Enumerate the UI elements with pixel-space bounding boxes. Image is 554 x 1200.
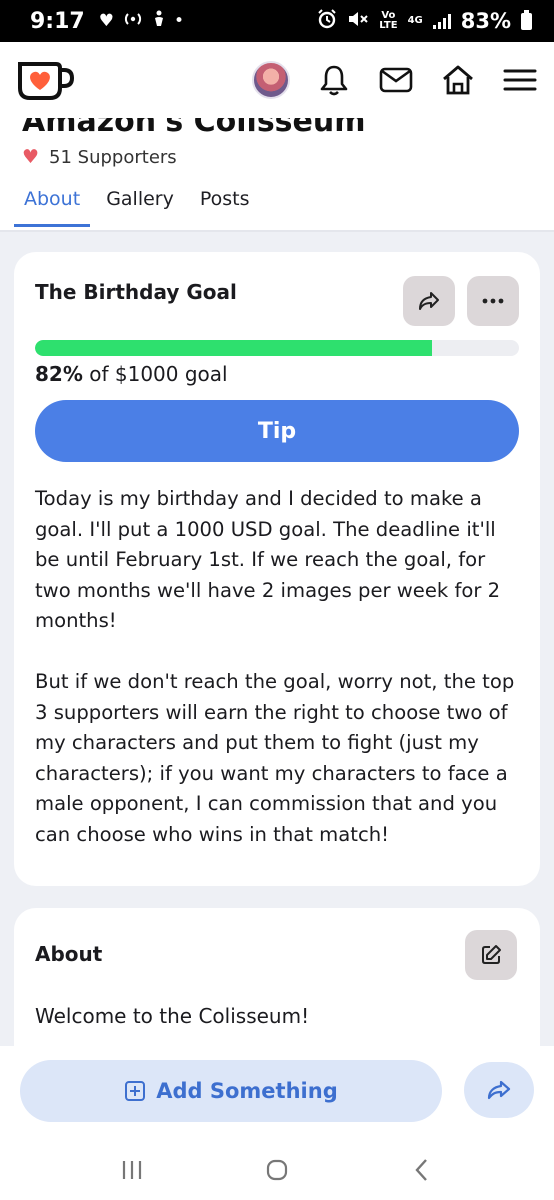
edit-icon: [482, 945, 501, 964]
tab-posts[interactable]: Posts: [190, 186, 260, 227]
tab-gallery[interactable]: Gallery: [96, 186, 184, 227]
signal-icon: [432, 13, 451, 29]
hotspot-icon: [122, 11, 144, 32]
battery-icon: [521, 9, 532, 30]
more-options-button[interactable]: [467, 276, 519, 326]
add-something-label: Add Something: [156, 1079, 338, 1103]
share-page-button[interactable]: [464, 1062, 534, 1118]
goal-progress-target: of $1000 goal: [82, 362, 228, 386]
goal-description-paragraph: Today is my birthday and I decided to ma…: [35, 487, 501, 633]
network-gen: 4G: [407, 15, 423, 26]
tip-button[interactable]: Tip: [35, 400, 519, 462]
dot-icon: •: [173, 11, 185, 31]
creator-name: Amazon's Colisseum: [22, 118, 366, 139]
goal-title: The Birthday Goal: [35, 280, 237, 304]
share-icon: [419, 292, 439, 310]
supporters-count: ♥ 51 Supporters: [22, 146, 177, 168]
header-actions: [252, 61, 538, 99]
plus-square-icon: [125, 1081, 146, 1101]
share-icon: [487, 1080, 511, 1100]
alarm-icon: [317, 9, 337, 33]
status-left: 9:17 ♥ •: [30, 9, 184, 34]
heart-icon: ♥: [22, 146, 40, 168]
share-button[interactable]: [403, 276, 455, 326]
battery-percent: 83%: [460, 9, 511, 33]
profile-strip: Amazon's Colisseum ♥ 51 Supporters About…: [0, 118, 554, 230]
about-card: About Welcome to the Colisseum!: [14, 908, 540, 1048]
home-circle-icon[interactable]: [257, 1155, 297, 1185]
system-nav-bar: [0, 1150, 554, 1190]
heart-icon: ♥: [98, 11, 114, 31]
goal-progress-fill: [35, 340, 432, 356]
status-time: 9:17: [30, 8, 85, 34]
bottom-bar: Add Something: [0, 1046, 554, 1200]
profile-tabs: About Gallery Posts: [14, 186, 266, 227]
goal-card: The Birthday Goal 82% of $1000 goal Tip …: [14, 252, 540, 886]
status-bar: 9:17 ♥ • Vo LTE 4G 83%: [0, 0, 554, 42]
network-bottom: LTE: [379, 20, 398, 31]
recent-apps-icon[interactable]: [112, 1155, 152, 1185]
bell-icon[interactable]: [316, 62, 352, 98]
edit-button[interactable]: [465, 930, 517, 980]
goal-description-paragraph: But if we don't reach the goal, worry no…: [35, 669, 515, 846]
ko-fi-logo[interactable]: [16, 58, 75, 102]
about-text: Welcome to the Colisseum!: [35, 1004, 310, 1028]
about-title: About: [35, 942, 103, 966]
mute-icon: [347, 9, 369, 33]
goal-description: Today is my birthday and I decided to ma…: [35, 484, 523, 851]
goal-progress-text: 82% of $1000 goal: [35, 362, 228, 386]
home-icon[interactable]: [440, 62, 476, 98]
mail-icon[interactable]: [378, 62, 414, 98]
divider: [0, 230, 554, 232]
goal-progress-percent: 82%: [35, 362, 83, 386]
menu-icon[interactable]: [502, 62, 538, 98]
network-type: Vo LTE: [379, 11, 397, 31]
more-icon: [482, 298, 504, 304]
accessibility-icon: [152, 10, 166, 33]
app-header: [0, 42, 554, 118]
add-something-button[interactable]: Add Something: [20, 1060, 442, 1122]
back-icon[interactable]: [402, 1155, 442, 1185]
goal-progress-bar: [35, 340, 519, 356]
status-right: Vo LTE 4G 83%: [317, 9, 532, 33]
supporters-label: 51 Supporters: [49, 146, 177, 168]
tab-about[interactable]: About: [14, 186, 91, 227]
avatar[interactable]: [252, 61, 290, 99]
